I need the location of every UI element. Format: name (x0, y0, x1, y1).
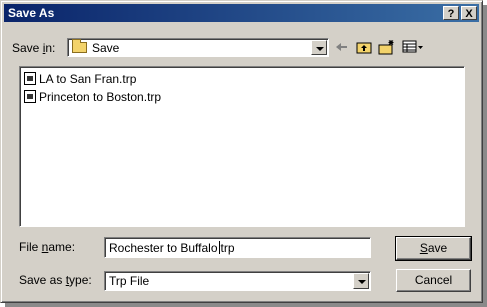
window-title: Save As (8, 6, 55, 20)
close-button[interactable]: X (461, 6, 477, 20)
up-folder-icon[interactable] (356, 39, 372, 55)
save-in-value: Save (92, 41, 120, 55)
file-name-label: File name: (19, 240, 76, 254)
chevron-down-icon[interactable] (353, 273, 369, 289)
help-icon: ? (447, 8, 455, 20)
list-item[interactable]: LA to San Fran.trp (24, 71, 144, 87)
save-in-label: Save in: (12, 41, 56, 55)
view-menu-icon[interactable] (402, 39, 424, 55)
text-caret (218, 241, 220, 254)
file-name: LA to San Fran.trp (39, 72, 137, 86)
save-as-type-value: Trp File (109, 274, 150, 288)
help-button[interactable]: ? (443, 6, 459, 20)
save-as-dialog: Save As ? X Save in: Save LA to San Fran… (0, 0, 483, 303)
new-folder-icon[interactable] (378, 39, 396, 55)
cancel-button[interactable]: Cancel (396, 269, 471, 292)
file-name-input[interactable]: Rochester to Buffalo trp (104, 237, 371, 258)
file-name: Princeton to Boston.trp (39, 90, 162, 104)
file-name-value: Rochester to Buffalo trp (109, 241, 235, 255)
list-item[interactable]: Princeton to Boston.trp (24, 89, 184, 105)
close-icon: X (465, 8, 473, 20)
window-shadow-bottom (5, 303, 487, 307)
save-in-dropdown[interactable]: Save (67, 38, 329, 57)
folder-icon (72, 39, 87, 53)
window-shadow-right (483, 5, 487, 307)
title-bar[interactable]: Save As ? X (4, 4, 479, 22)
file-list[interactable]: LA to San Fran.trp Princeton to Boston.t… (19, 66, 465, 227)
save-as-type-label: Save as type: (19, 273, 92, 287)
file-icon (24, 72, 36, 85)
back-arrow-icon[interactable] (334, 39, 348, 55)
save-as-type-dropdown[interactable]: Trp File (104, 271, 371, 291)
file-icon (24, 90, 36, 103)
chevron-down-icon[interactable] (311, 40, 327, 55)
save-button[interactable]: Save (395, 236, 472, 261)
